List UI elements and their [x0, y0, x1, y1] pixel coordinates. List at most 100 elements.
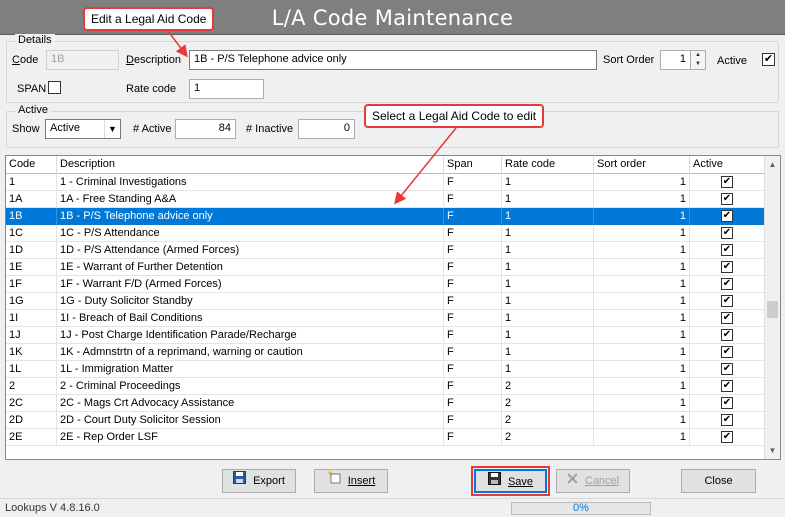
cell-span: F — [444, 293, 502, 310]
scroll-thumb[interactable] — [767, 301, 778, 318]
active-count-label: # Active — [133, 123, 172, 135]
cell-active: ✔ — [690, 225, 766, 242]
active-checkbox-cell[interactable]: ✔ — [721, 244, 733, 256]
span-checkbox[interactable] — [48, 81, 61, 94]
insert-button[interactable]: Insert — [314, 469, 388, 493]
active-checkbox-cell[interactable]: ✔ — [721, 193, 733, 205]
cell-code: 2C — [6, 395, 57, 412]
column-header-span[interactable]: Span — [444, 156, 502, 174]
codes-grid[interactable]: Code Description Span Rate code Sort ord… — [5, 155, 781, 460]
active-label: Active — [717, 55, 747, 67]
table-row[interactable]: 2E 2E - Rep Order LSF F 2 1 ✔ — [6, 429, 766, 446]
show-filter-select[interactable]: Active ▼ — [45, 119, 121, 139]
active-legend: Active — [15, 104, 51, 116]
active-checkbox-cell[interactable]: ✔ — [721, 261, 733, 273]
active-count-field: 84 — [175, 119, 236, 139]
active-checkbox-cell[interactable]: ✔ — [721, 278, 733, 290]
cell-span: F — [444, 276, 502, 293]
sort-order-field[interactable]: 1 — [660, 50, 691, 70]
spin-up-icon[interactable]: ▲ — [691, 51, 705, 60]
scroll-down-icon[interactable]: ▼ — [765, 442, 780, 459]
cell-rate-code: 2 — [502, 429, 594, 446]
table-row[interactable]: 1G 1G - Duty Solicitor Standby F 1 1 ✔ — [6, 293, 766, 310]
active-checkbox-cell[interactable]: ✔ — [721, 431, 733, 443]
table-row[interactable]: 2D 2D - Court Duty Solicitor Session F 2 1 ✔ — [6, 412, 766, 429]
active-checkbox-cell[interactable]: ✔ — [721, 363, 733, 375]
cancel-button[interactable]: Cancel — [556, 469, 630, 493]
table-row[interactable]: 1L 1L - Immigration Matter F 1 1 ✔ — [6, 361, 766, 378]
cell-sort-order: 1 — [594, 361, 690, 378]
cell-code: 1E — [6, 259, 57, 276]
active-checkbox-cell[interactable]: ✔ — [721, 227, 733, 239]
cell-sort-order: 1 — [594, 276, 690, 293]
active-checkbox-cell[interactable]: ✔ — [721, 346, 733, 358]
cell-sort-order: 1 — [594, 344, 690, 361]
spin-down-icon[interactable]: ▼ — [691, 60, 705, 69]
callout-select-code: Select a Legal Aid Code to edit — [364, 104, 545, 128]
column-header-description[interactable]: Description — [57, 156, 444, 174]
export-label: Export — [253, 475, 285, 488]
table-row[interactable]: 1D 1D - P/S Attendance (Armed Forces) F 1 1 ✔ — [6, 242, 766, 259]
save-button[interactable]: Save — [471, 466, 550, 496]
column-header-sort-order[interactable]: Sort order — [594, 156, 690, 174]
table-row[interactable]: 1J 1J - Post Charge Identification Parade… — [6, 327, 766, 344]
table-row[interactable]: 1F 1F - Warrant F/D (Armed Forces) F 1 1 ✔ — [6, 276, 766, 293]
cell-active: ✔ — [690, 310, 766, 327]
sort-order-spinner[interactable]: ▲ ▼ — [690, 50, 706, 70]
table-row[interactable]: 2C 2C - Mags Crt Advocacy Assistance F 2 1 ✔ — [6, 395, 766, 412]
table-row[interactable]: 22 - Criminal Proceedings F 2 1 ✔ — [6, 378, 766, 395]
cell-description: 1G - Duty Solicitor Standby — [57, 293, 444, 310]
cell-span: F — [444, 310, 502, 327]
inactive-count-field: 0 — [298, 119, 355, 139]
close-button[interactable]: Close — [681, 469, 756, 493]
cell-rate-code: 1 — [502, 174, 594, 191]
code-field[interactable]: 1B — [46, 50, 119, 70]
span-label: SPAN — [17, 83, 47, 95]
cell-active: ✔ — [690, 191, 766, 208]
column-header-active[interactable]: Active — [690, 156, 766, 174]
active-checkbox-cell[interactable]: ✔ — [721, 210, 733, 222]
table-row[interactable]: 1A 1A - Free Standing A&A F 1 1 ✔ — [6, 191, 766, 208]
active-checkbox-cell[interactable]: ✔ — [721, 414, 733, 426]
export-button[interactable]: Export — [222, 469, 296, 493]
table-row[interactable]: 1C 1C - P/S Attendance F 1 1 ✔ — [6, 225, 766, 242]
active-checkbox[interactable]: ✔ — [762, 53, 775, 66]
active-checkbox-cell[interactable]: ✔ — [721, 295, 733, 307]
cell-span: F — [444, 429, 502, 446]
rate-code-field[interactable]: 1 — [189, 79, 264, 99]
cell-code: 1I — [6, 310, 57, 327]
cell-description: 2 - Criminal Proceedings — [57, 378, 444, 395]
cell-code: 1A — [6, 191, 57, 208]
cell-sort-order: 1 — [594, 429, 690, 446]
scroll-up-icon[interactable]: ▲ — [765, 156, 780, 173]
cell-rate-code: 2 — [502, 395, 594, 412]
active-checkbox-cell[interactable]: ✔ — [721, 329, 733, 341]
table-row[interactable]: 1K 1K - Admnstrtn of a reprimand, warning… — [6, 344, 766, 361]
cell-rate-code: 1 — [502, 344, 594, 361]
cell-span: F — [444, 225, 502, 242]
active-checkbox-cell[interactable]: ✔ — [721, 312, 733, 324]
x-icon — [567, 470, 578, 492]
active-checkbox-cell[interactable]: ✔ — [721, 397, 733, 409]
cell-rate-code: 2 — [502, 412, 594, 429]
active-checkbox-cell[interactable]: ✔ — [721, 380, 733, 392]
active-checkbox-cell[interactable]: ✔ — [721, 176, 733, 188]
chevron-down-icon[interactable]: ▼ — [104, 120, 120, 138]
table-row[interactable]: 11 - Criminal Investigations F 1 1 ✔ — [6, 174, 766, 191]
table-row[interactable]: 1B 1B - P/S Telephone advice only F 1 1 ✔ — [6, 208, 766, 225]
cell-description: 1E - Warrant of Further Detention — [57, 259, 444, 276]
cell-sort-order: 1 — [594, 225, 690, 242]
column-header-rate-code[interactable]: Rate code — [502, 156, 594, 174]
grid-vertical-scrollbar[interactable]: ▲ ▼ — [764, 156, 780, 459]
cell-active: ✔ — [690, 276, 766, 293]
column-header-code[interactable]: Code — [6, 156, 57, 174]
description-field[interactable]: 1B - P/S Telephone advice only — [189, 50, 597, 70]
cancel-label: Cancel — [584, 475, 620, 488]
table-row[interactable]: 1I 1I - Breach of Bail Conditions F 1 1 ✔ — [6, 310, 766, 327]
cell-sort-order: 1 — [594, 378, 690, 395]
details-legend: Details — [15, 34, 55, 46]
table-row[interactable]: 1E 1E - Warrant of Further Detention F 1 1 ✔ — [6, 259, 766, 276]
close-label: Close — [704, 475, 733, 488]
cell-active: ✔ — [690, 327, 766, 344]
cell-code: 2E — [6, 429, 57, 446]
